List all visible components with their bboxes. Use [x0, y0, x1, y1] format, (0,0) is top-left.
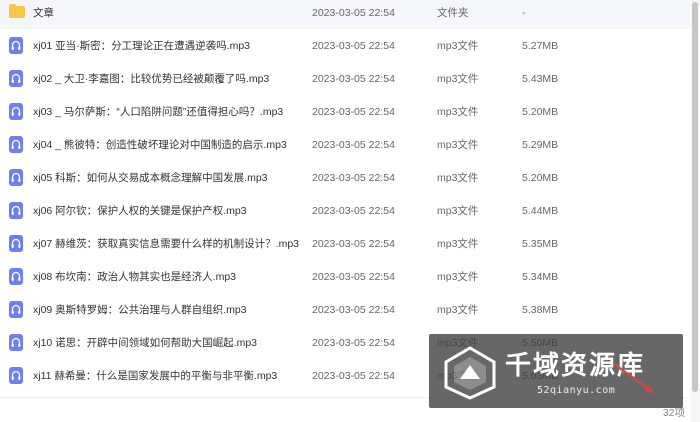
scrollbar-thumb[interactable]: [692, 2, 698, 392]
file-size: 5.38MB: [522, 303, 559, 316]
audio-file-icon: [9, 70, 25, 87]
file-name[interactable]: xj09 奥斯特罗姆：公共治理与人群自组织.mp3: [33, 302, 247, 317]
file-row[interactable]: xj04 _ 熊彼特：创造性破坏理论对中国制造的启示.mp3 2023-03-05…: [0, 128, 690, 161]
modified-date: 2023-03-05 22:54: [312, 270, 395, 283]
modified-date: 2023-03-05 22:54: [312, 204, 395, 217]
modified-date: 2023-03-05 22:54: [312, 369, 395, 382]
file-size: 5.44MB: [522, 204, 559, 217]
audio-file-icon: [9, 268, 25, 285]
file-name[interactable]: 文章: [33, 5, 54, 20]
file-size: 5.20MB: [522, 171, 559, 184]
modified-date: 2023-03-05 22:54: [312, 105, 395, 118]
file-name[interactable]: xj11 赫希曼：什么是国家发展中的平衡与非平衡.mp3: [33, 368, 277, 383]
audio-file-icon: [9, 136, 25, 153]
file-row[interactable]: xj07 赫维茨：获取真实信息需要什么样的机制设计？.mp3 2023-03-05…: [0, 227, 690, 260]
file-name[interactable]: xj07 赫维茨：获取真实信息需要什么样的机制设计？.mp3: [33, 236, 299, 251]
audio-file-icon: [9, 235, 25, 252]
file-type: mp3文件: [437, 172, 479, 184]
folder-row[interactable]: 文章 2023-03-05 22:54 文件夹 -: [0, 0, 690, 29]
folder-icon: [9, 4, 25, 21]
file-size: 5.35MB: [522, 237, 559, 250]
file-row[interactable]: xj02 _ 大卫·李嘉图：比较优势已经被颠覆了吗.mp3 2023-03-05 …: [0, 62, 690, 95]
watermark-logo-icon: [444, 346, 496, 400]
file-row[interactable]: xj08 布坎南：政治人物其实也是经济人.mp3 2023-03-05 22:54…: [0, 260, 690, 293]
modified-date: 2023-03-05 22:54: [312, 303, 395, 316]
file-row[interactable]: xj09 奥斯特罗姆：公共治理与人群自组织.mp3 2023-03-05 22:5…: [0, 293, 690, 326]
file-row[interactable]: xj03 _ 马尔萨斯：“人口陷阱问题”还值得担心吗？.mp3 2023-03-0…: [0, 95, 690, 128]
watermark-url: 52qianyu.com: [537, 385, 616, 396]
file-size: 5.27MB: [522, 39, 559, 52]
file-name[interactable]: xj04 _ 熊彼特：创造性破坏理论对中国制造的启示.mp3: [33, 137, 287, 152]
audio-file-icon: [9, 301, 25, 318]
file-name[interactable]: xj01 亚当·斯密：分工理论正在遭遇逆袭吗.mp3: [33, 38, 250, 53]
audio-file-icon: [9, 169, 25, 186]
file-size: 5.43MB: [522, 72, 559, 85]
file-row[interactable]: xj05 科斯：如何从交易成本概念理解中国发展.mp3 2023-03-05 22…: [0, 161, 690, 194]
file-name[interactable]: xj10 诺思：开辟中间领域如何帮助大国崛起.mp3: [33, 335, 257, 350]
file-type: mp3文件: [437, 271, 479, 283]
modified-date: 2023-03-05 22:54: [312, 39, 395, 52]
file-type: mp3文件: [437, 106, 479, 118]
file-type: 文件夹: [437, 7, 469, 19]
red-arrow-annotation-icon: [613, 362, 654, 393]
file-size: 5.34MB: [522, 270, 559, 283]
file-type: mp3文件: [437, 40, 479, 52]
file-type: mp3文件: [437, 73, 479, 85]
file-type: mp3文件: [437, 304, 479, 316]
audio-file-icon: [9, 334, 25, 351]
modified-date: 2023-03-05 22:54: [312, 336, 395, 349]
file-size: 5.29MB: [522, 138, 559, 151]
modified-date: 2023-03-05 22:54: [312, 6, 395, 19]
file-name[interactable]: xj03 _ 马尔萨斯：“人口陷阱问题”还值得担心吗？.mp3: [33, 104, 283, 119]
modified-date: 2023-03-05 22:54: [312, 237, 395, 250]
audio-file-icon: [9, 367, 25, 384]
modified-date: 2023-03-05 22:54: [312, 171, 395, 184]
modified-date: 2023-03-05 22:54: [312, 72, 395, 85]
audio-file-icon: [9, 103, 25, 120]
audio-file-icon: [9, 37, 25, 54]
file-row[interactable]: xj01 亚当·斯密：分工理论正在遭遇逆袭吗.mp3 2023-03-05 22:…: [0, 29, 690, 62]
file-name[interactable]: xj08 布坎南：政治人物其实也是经济人.mp3: [33, 269, 236, 284]
file-row[interactable]: xj06 阿尔钦：保护人权的关键是保护产权.mp3 2023-03-05 22:5…: [0, 194, 690, 227]
file-size: -: [522, 6, 526, 19]
file-name[interactable]: xj06 阿尔钦：保护人权的关键是保护产权.mp3: [33, 203, 247, 218]
file-type: mp3文件: [437, 238, 479, 250]
vertical-scrollbar[interactable]: [691, 0, 700, 422]
audio-file-icon: [9, 202, 25, 219]
file-size: 5.20MB: [522, 105, 559, 118]
file-name[interactable]: xj02 _ 大卫·李嘉图：比较优势已经被颠覆了吗.mp3: [33, 71, 269, 86]
file-type: mp3文件: [437, 139, 479, 151]
file-name[interactable]: xj05 科斯：如何从交易成本概念理解中国发展.mp3: [33, 170, 268, 185]
file-type: mp3文件: [437, 205, 479, 217]
modified-date: 2023-03-05 22:54: [312, 138, 395, 151]
